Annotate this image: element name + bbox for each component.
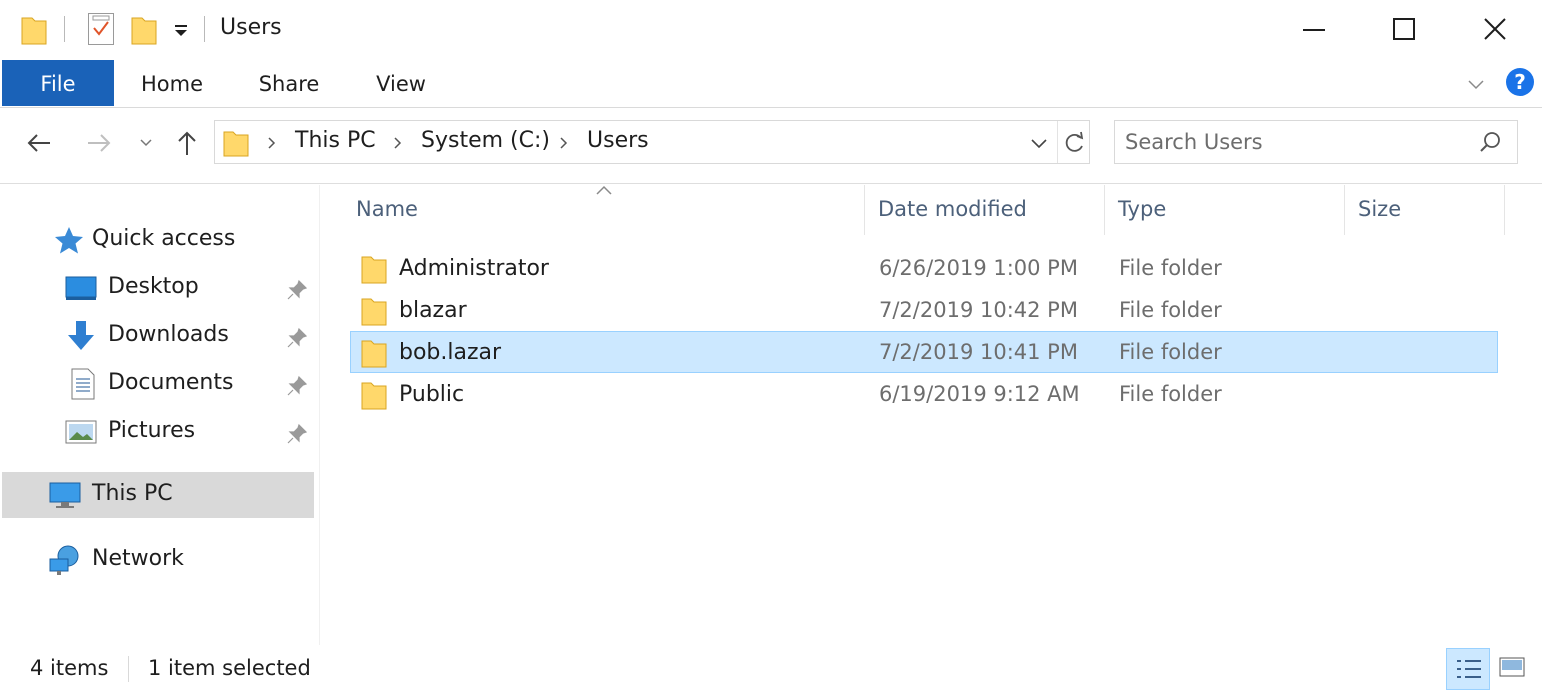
column-header-name[interactable]: Name bbox=[356, 197, 418, 221]
search-icon[interactable] bbox=[1477, 129, 1505, 157]
customize-dropdown-icon[interactable] bbox=[170, 18, 192, 40]
sidebar-item-network[interactable]: Network bbox=[2, 537, 314, 583]
file-date-modified: 7/2/2019 10:42 PM bbox=[879, 298, 1078, 322]
sidebar-item-label: Documents bbox=[108, 370, 234, 395]
folder-icon bbox=[361, 254, 387, 288]
file-date-modified: 6/26/2019 1:00 PM bbox=[879, 256, 1078, 280]
window-title: Users bbox=[220, 15, 282, 40]
column-divider[interactable] bbox=[1104, 185, 1105, 235]
expand-ribbon-chevron-icon[interactable] bbox=[1464, 72, 1488, 96]
star-icon bbox=[52, 223, 86, 257]
details-view-icon[interactable] bbox=[1446, 648, 1490, 690]
file-row[interactable]: Public 6/19/2019 9:12 AM File folder bbox=[350, 373, 1498, 415]
file-date-modified: 6/19/2019 9:12 AM bbox=[879, 382, 1080, 406]
large-icons-view-icon[interactable] bbox=[1492, 648, 1536, 690]
new-folder-icon[interactable] bbox=[130, 14, 158, 50]
file-type: File folder bbox=[1119, 298, 1222, 322]
refresh-icon[interactable] bbox=[1057, 121, 1091, 163]
search-input[interactable] bbox=[1125, 127, 1465, 157]
folder-icon bbox=[361, 338, 387, 372]
ribbon-tabs: File Home Share View ? bbox=[0, 60, 1542, 108]
pin-icon[interactable] bbox=[286, 375, 308, 397]
file-name: blazar bbox=[399, 298, 467, 323]
tab-view[interactable]: View bbox=[360, 60, 442, 106]
column-header-size[interactable]: Size bbox=[1358, 197, 1401, 221]
properties-icon[interactable] bbox=[88, 13, 114, 45]
folder-icon[interactable] bbox=[20, 14, 48, 50]
breadcrumb-system-c[interactable]: System (C:) bbox=[421, 128, 550, 153]
toolbar-separator bbox=[64, 16, 65, 42]
column-headers: Name Date modified Type Size bbox=[322, 185, 1542, 235]
selection-count: 1 item selected bbox=[148, 656, 311, 680]
column-header-type[interactable]: Type bbox=[1118, 197, 1166, 221]
network-icon bbox=[48, 543, 82, 577]
sidebar-item-label: Downloads bbox=[108, 322, 229, 347]
download-arrow-icon bbox=[64, 319, 98, 353]
toolbar-separator bbox=[204, 16, 205, 42]
file-type: File folder bbox=[1119, 256, 1222, 280]
breadcrumb-chevron-icon[interactable] bbox=[391, 134, 405, 152]
forward-arrow-icon[interactable] bbox=[82, 126, 116, 160]
folder-icon bbox=[223, 129, 249, 161]
help-icon[interactable]: ? bbox=[1506, 68, 1534, 96]
breadcrumb-chevron-icon[interactable] bbox=[557, 134, 571, 152]
address-bar[interactable]: This PC System (C:) Users bbox=[214, 120, 1090, 164]
title-bar: Users bbox=[0, 0, 1542, 60]
folder-icon bbox=[361, 380, 387, 414]
pin-icon[interactable] bbox=[286, 279, 308, 301]
sidebar-item-label: Quick access bbox=[92, 226, 236, 251]
column-divider[interactable] bbox=[1504, 185, 1505, 235]
file-name: bob.lazar bbox=[399, 340, 502, 365]
sidebar-item-downloads[interactable]: Downloads bbox=[2, 313, 314, 359]
file-row[interactable]: Administrator 6/26/2019 1:00 PM File fol… bbox=[350, 247, 1498, 289]
breadcrumb-chevron-icon[interactable] bbox=[265, 134, 279, 152]
pin-icon[interactable] bbox=[286, 423, 308, 445]
computer-icon bbox=[48, 478, 82, 512]
column-divider[interactable] bbox=[1344, 185, 1345, 235]
file-row[interactable]: blazar 7/2/2019 10:42 PM File folder bbox=[350, 289, 1498, 331]
sidebar-item-quick-access[interactable]: Quick access bbox=[2, 217, 314, 263]
sort-ascending-icon bbox=[594, 181, 614, 195]
sidebar-item-label: Desktop bbox=[108, 274, 199, 299]
pin-icon[interactable] bbox=[286, 327, 308, 349]
status-separator bbox=[128, 656, 129, 682]
file-list: Administrator 6/26/2019 1:00 PM File fol… bbox=[322, 245, 1542, 645]
back-arrow-icon[interactable] bbox=[22, 126, 56, 160]
column-header-date-modified[interactable]: Date modified bbox=[878, 197, 1027, 221]
desktop-icon bbox=[64, 271, 98, 305]
tab-share[interactable]: Share bbox=[244, 60, 334, 106]
file-date-modified: 7/2/2019 10:41 PM bbox=[879, 340, 1078, 364]
up-arrow-icon[interactable] bbox=[170, 126, 204, 160]
pictures-icon bbox=[64, 415, 98, 449]
tab-file[interactable]: File bbox=[2, 60, 114, 106]
breadcrumb-users[interactable]: Users bbox=[587, 128, 649, 153]
sidebar-item-pictures[interactable]: Pictures bbox=[2, 409, 314, 455]
item-count: 4 items bbox=[30, 656, 109, 680]
recent-locations-chevron-icon[interactable] bbox=[134, 126, 158, 160]
document-icon bbox=[66, 367, 100, 401]
file-name: Administrator bbox=[399, 256, 549, 281]
folder-icon bbox=[361, 296, 387, 330]
breadcrumb-this-pc[interactable]: This PC bbox=[295, 128, 376, 153]
sidebar-item-label: Pictures bbox=[108, 418, 196, 443]
sidebar-item-this-pc[interactable]: This PC bbox=[2, 472, 314, 518]
status-bar: 4 items 1 item selected bbox=[0, 646, 1542, 690]
tab-home[interactable]: Home bbox=[124, 60, 220, 106]
column-divider[interactable] bbox=[864, 185, 865, 235]
close-icon[interactable] bbox=[1472, 6, 1518, 52]
sidebar-item-desktop[interactable]: Desktop bbox=[2, 265, 314, 311]
search-box[interactable] bbox=[1114, 120, 1518, 164]
minimize-icon[interactable] bbox=[1290, 6, 1336, 52]
file-type: File folder bbox=[1119, 382, 1222, 406]
sidebar-item-label: This PC bbox=[92, 481, 173, 506]
sidebar-item-documents[interactable]: Documents bbox=[2, 361, 314, 407]
address-history-chevron-icon[interactable] bbox=[1027, 131, 1051, 155]
sidebar-item-label: Network bbox=[92, 546, 184, 571]
navigation-pane: Quick access Desktop Downloads Documents bbox=[0, 185, 320, 645]
maximize-icon[interactable] bbox=[1380, 6, 1426, 52]
file-name: Public bbox=[399, 382, 465, 407]
file-row-selected[interactable]: bob.lazar 7/2/2019 10:41 PM File folder bbox=[350, 331, 1498, 373]
navigation-bar: This PC System (C:) Users bbox=[0, 108, 1542, 184]
file-type: File folder bbox=[1119, 340, 1222, 364]
